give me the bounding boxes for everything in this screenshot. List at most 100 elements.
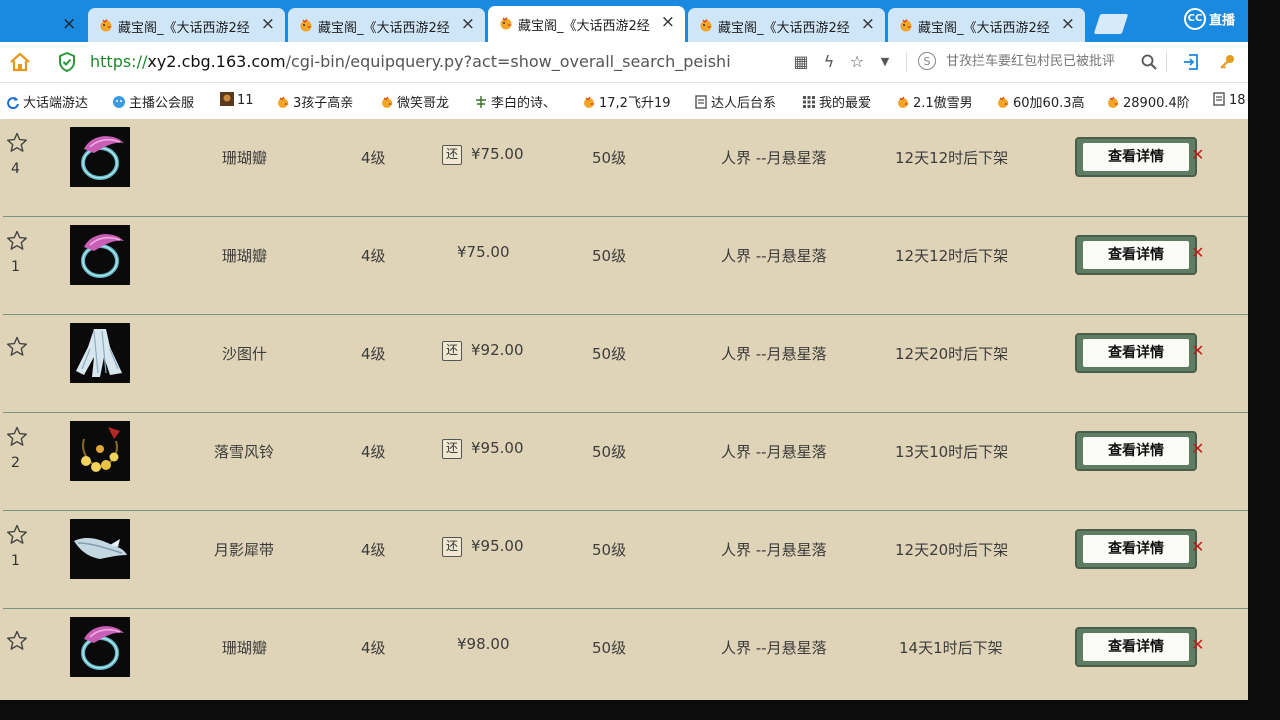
bookmark-item[interactable]: 3孩子高亲 [276,92,353,111]
item-name[interactable]: 月影犀带 [214,539,274,560]
search-engine-icon[interactable]: S [918,52,936,70]
item-level: 4级 [361,345,386,363]
tab-close-icon[interactable]: × [461,14,475,34]
tab-close-icon[interactable]: × [62,14,76,34]
time-remaining: 12天12时后下架 [895,149,1009,167]
favorite-star-icon[interactable] [5,629,29,653]
lightning-icon[interactable]: ϟ [820,53,838,71]
bookmark-item[interactable]: 28900.4阶 [1106,92,1190,111]
chick-icon [896,95,910,109]
login-icon[interactable] [1182,53,1200,71]
chevron-down-icon[interactable]: ▼ [876,53,894,71]
browser-tab[interactable]: 藏宝阁_《大话西游2经 × [888,8,1085,42]
listing-row: 沙图什 4级 还 ¥92.00 50级 人界 --月悬星落 12天20时后下架 … [3,315,1248,413]
favorite-star-icon[interactable] [5,131,29,155]
view-details-button[interactable]: 查看详情 [1075,235,1197,275]
home-icon[interactable] [9,52,31,72]
returnable-badge: 还 [442,537,462,557]
view-details-button[interactable]: 查看详情 [1075,431,1197,471]
bookmark-item[interactable]: 60加60.3高 [996,92,1085,111]
browser-tab[interactable]: 藏宝阁_《大话西游2经 × [488,6,685,42]
chick-favicon-icon [700,19,712,32]
item-price: ¥95.00 [471,537,524,555]
close-x-icon[interactable]: ✕ [1191,341,1204,360]
cc-logo-text: 直播 [1209,13,1236,29]
bookmark-item[interactable]: 18 [1212,92,1246,108]
search-icon[interactable] [1140,53,1158,71]
game-avatar-icon [220,92,234,106]
server-name: 人界 --月悬星落 [721,639,827,657]
coral-item-image[interactable] [70,617,130,677]
item-price: ¥98.00 [457,635,510,653]
close-x-icon[interactable]: ✕ [1191,537,1204,556]
bookmark-item[interactable]: 微笑哥龙 [380,92,449,111]
time-remaining: 12天12时后下架 [895,247,1009,265]
tab-close-icon[interactable]: × [661,12,675,32]
tab-strip: × 藏宝阁_《大话西游2经 × 藏宝阁_《大话西游2经 × 藏宝阁_《大话西游2… [0,0,1248,42]
favorite-star-icon[interactable] [5,229,29,253]
chick-favicon-icon [500,17,512,30]
returnable-badge: 还 [442,145,462,165]
equipment-listing: 4 珊瑚瓣 4级 还 ¥75.00 50级 人界 --月悬星落 12天12时后下… [3,119,1248,700]
bookmark-item[interactable]: 主播公会服 [112,92,194,111]
tab-close-icon[interactable]: × [861,14,875,34]
browser-tab[interactable]: 藏宝阁_《大话西游2经 × [288,8,485,42]
favorite-star-icon[interactable] [5,523,29,547]
bookmark-label: 李白的诗、 [491,96,557,111]
secure-shield-icon[interactable] [58,52,76,72]
sync-icon [6,95,20,110]
close-x-icon[interactable]: ✕ [1191,243,1204,262]
view-details-label: 查看详情 [1083,241,1189,269]
bookmark-item[interactable]: 2.1傲雪男 [896,92,973,111]
item-name[interactable]: 珊瑚瓣 [222,637,267,658]
page-icon [694,95,708,109]
shawl-item-image[interactable] [70,323,130,383]
bookmark-label: 60加60.3高 [1013,96,1085,111]
bookmark-item[interactable]: 11 [220,92,254,108]
listing-row: 珊瑚瓣 4级 ¥98.00 50级 人界 --月悬星落 14天1时后下架 查看详… [3,609,1248,700]
view-details-button[interactable]: 查看详情 [1075,333,1197,373]
item-name[interactable]: 珊瑚瓣 [222,245,267,266]
coral-item-image[interactable] [70,225,130,285]
view-details-button[interactable]: 查看详情 [1075,137,1197,177]
bookmark-star-icon[interactable]: ☆ [848,53,866,71]
favorite-star-icon[interactable] [5,335,29,359]
view-details-button[interactable]: 查看详情 [1075,627,1197,667]
bookmark-item[interactable]: 我的最爱 [802,92,871,111]
time-remaining: 13天10时后下架 [895,443,1009,461]
new-tab-button[interactable] [1093,14,1129,34]
bookmark-label: 主播公会服 [129,96,195,111]
close-x-icon[interactable]: ✕ [1191,635,1204,654]
coral-item-image[interactable] [70,127,130,187]
browser-tab[interactable]: 藏宝阁_《大话西游2经 × [88,8,285,42]
bells-item-image[interactable] [70,421,130,481]
tab-title: 藏宝阁_《大话西游2经 [518,19,650,34]
item-name[interactable]: 沙图什 [222,343,267,364]
chick-favicon-icon [900,19,912,32]
favorite-star-icon[interactable] [5,425,29,449]
bookmark-label: 17,2飞升19 [599,96,671,111]
chick-icon [996,95,1010,109]
item-name[interactable]: 珊瑚瓣 [222,147,267,168]
search-input[interactable] [946,50,1132,72]
bookmark-item[interactable]: 17,2飞升19 [582,92,671,111]
key-icon[interactable] [1218,53,1236,71]
tab-close-icon[interactable]: × [261,14,275,34]
browser-window: × 藏宝阁_《大话西游2经 × 藏宝阁_《大话西游2经 × 藏宝阁_《大话西游2… [0,0,1248,700]
bookmark-item[interactable]: 李白的诗、 [474,92,556,111]
bookmark-item[interactable]: 大话端游达 [6,92,88,111]
url-field[interactable]: https://xy2.cbg.163.com/cgi-bin/equipque… [90,52,731,71]
tab-close-icon[interactable]: × [1061,14,1075,34]
bookmark-item[interactable]: 达人后台系 [694,92,776,111]
server-name: 人界 --月悬星落 [721,149,827,167]
view-details-button[interactable]: 查看详情 [1075,529,1197,569]
close-x-icon[interactable]: ✕ [1191,439,1204,458]
qr-code-icon[interactable]: ▦ [792,53,810,71]
item-name[interactable]: 落雪风铃 [214,441,274,462]
required-level: 50级 [592,345,627,363]
sash-item-image[interactable] [70,519,130,579]
item-price: ¥75.00 [471,145,524,163]
browser-tab[interactable]: 藏宝阁_《大话西游2经 × [688,8,885,42]
cloud-icon [112,95,126,109]
close-x-icon[interactable]: ✕ [1191,145,1204,164]
